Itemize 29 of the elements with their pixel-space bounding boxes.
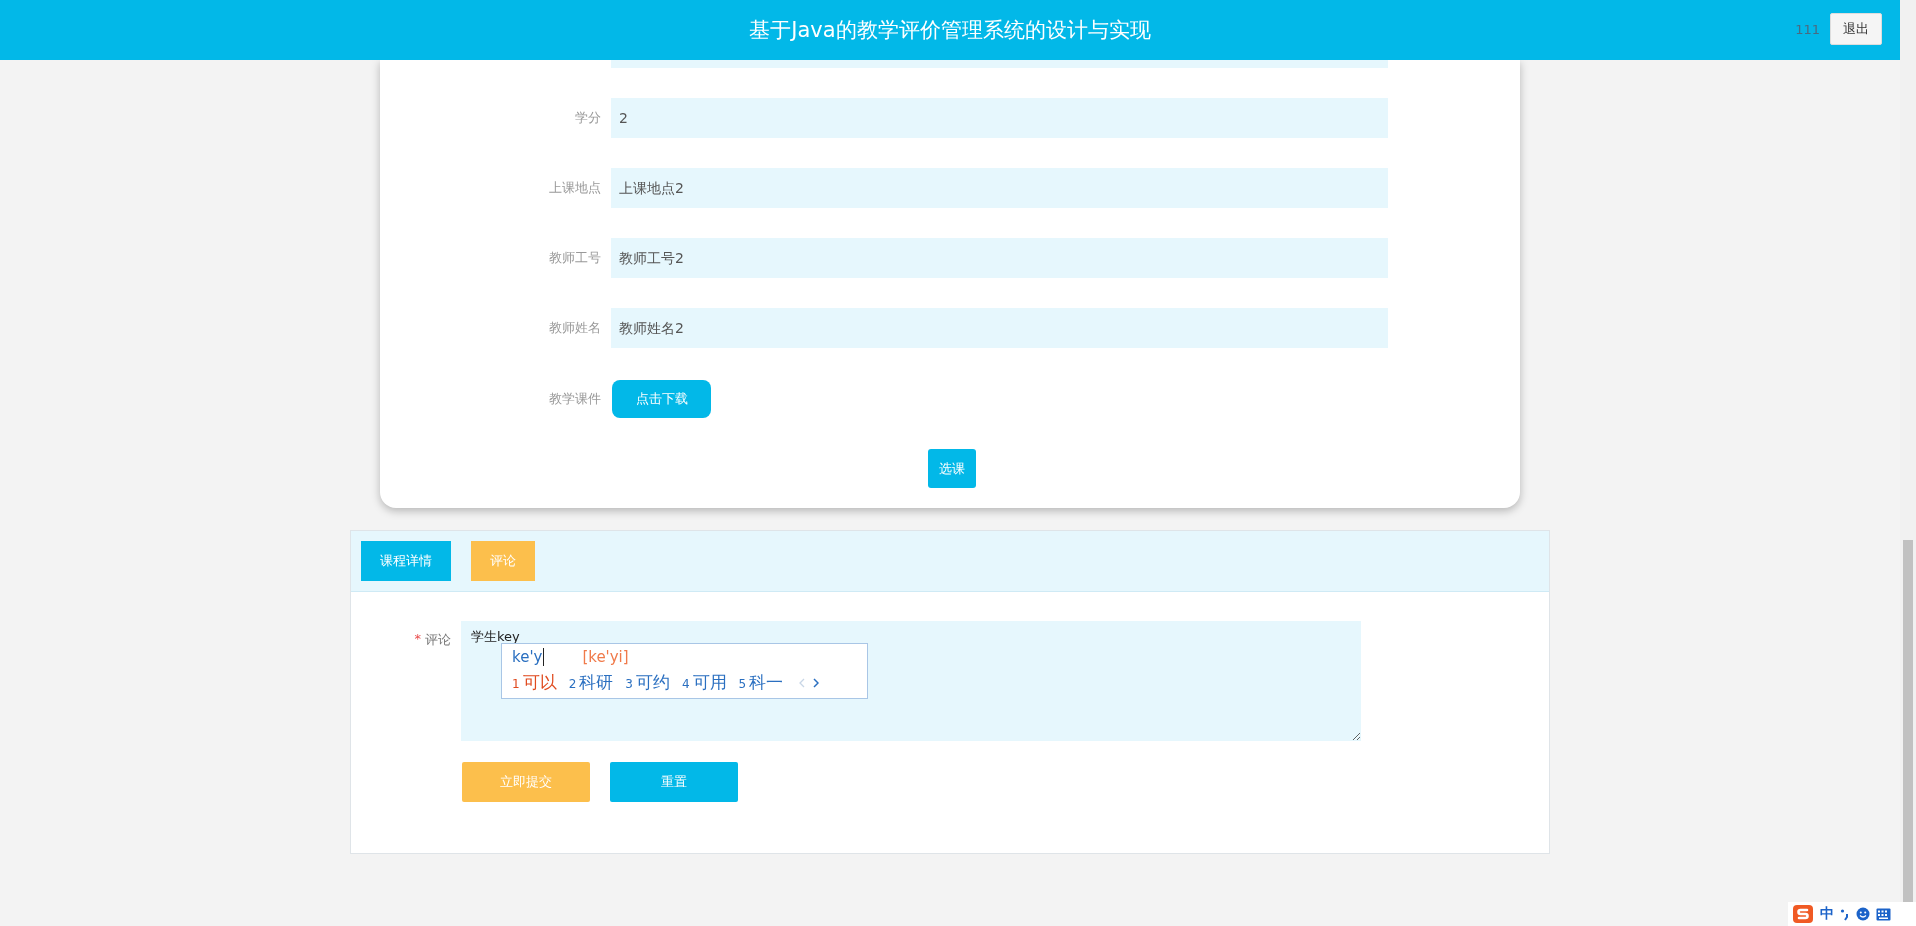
scrollbar-thumb[interactable] <box>1903 540 1913 902</box>
next-page-icon[interactable] <box>813 677 820 688</box>
input-field[interactable]: 2 <box>611 98 1388 138</box>
field-label: 教师工号 <box>548 249 602 267</box>
punctuation-icon[interactable] <box>1840 907 1850 921</box>
ime-candidate[interactable]: 5 科一 <box>738 671 784 694</box>
required-mark: * <box>414 631 421 648</box>
page-title: 基于Java的教学评价管理系统的设计与实现 <box>749 17 1151 44</box>
emoji-icon[interactable] <box>1856 907 1870 921</box>
ime-pinyin: [ke'yi] <box>582 648 629 666</box>
field-label: 上课地点 <box>548 179 602 197</box>
ime-candidate[interactable]: 3 可约 <box>625 671 670 694</box>
ime-candidate[interactable]: 1 可以 <box>512 671 557 694</box>
sogou-logo-icon[interactable] <box>1792 904 1814 924</box>
input-mode[interactable]: 中 <box>1820 905 1834 923</box>
input-field[interactable]: 教师姓名2 <box>611 308 1388 348</box>
username: 111 <box>1795 21 1820 37</box>
ime-candidate[interactable]: 2 科研 <box>568 671 614 694</box>
field-label: 评论 <box>425 631 451 649</box>
ime-composition: ke'y <box>512 648 545 666</box>
ime-candidate[interactable]: 4 可用 <box>681 671 727 694</box>
logout-button[interactable]: 退出 <box>1830 13 1882 45</box>
input-field[interactable]: 上课地点2 <box>611 168 1388 208</box>
keyboard-icon[interactable] <box>1876 907 1891 921</box>
input-field[interactable] <box>611 60 1388 68</box>
field-label: 教学课件 <box>548 390 602 408</box>
field-label: 教师姓名 <box>548 319 602 337</box>
input-field[interactable]: 教师工号2 <box>611 238 1388 278</box>
field-label: 学分 <box>574 109 602 127</box>
